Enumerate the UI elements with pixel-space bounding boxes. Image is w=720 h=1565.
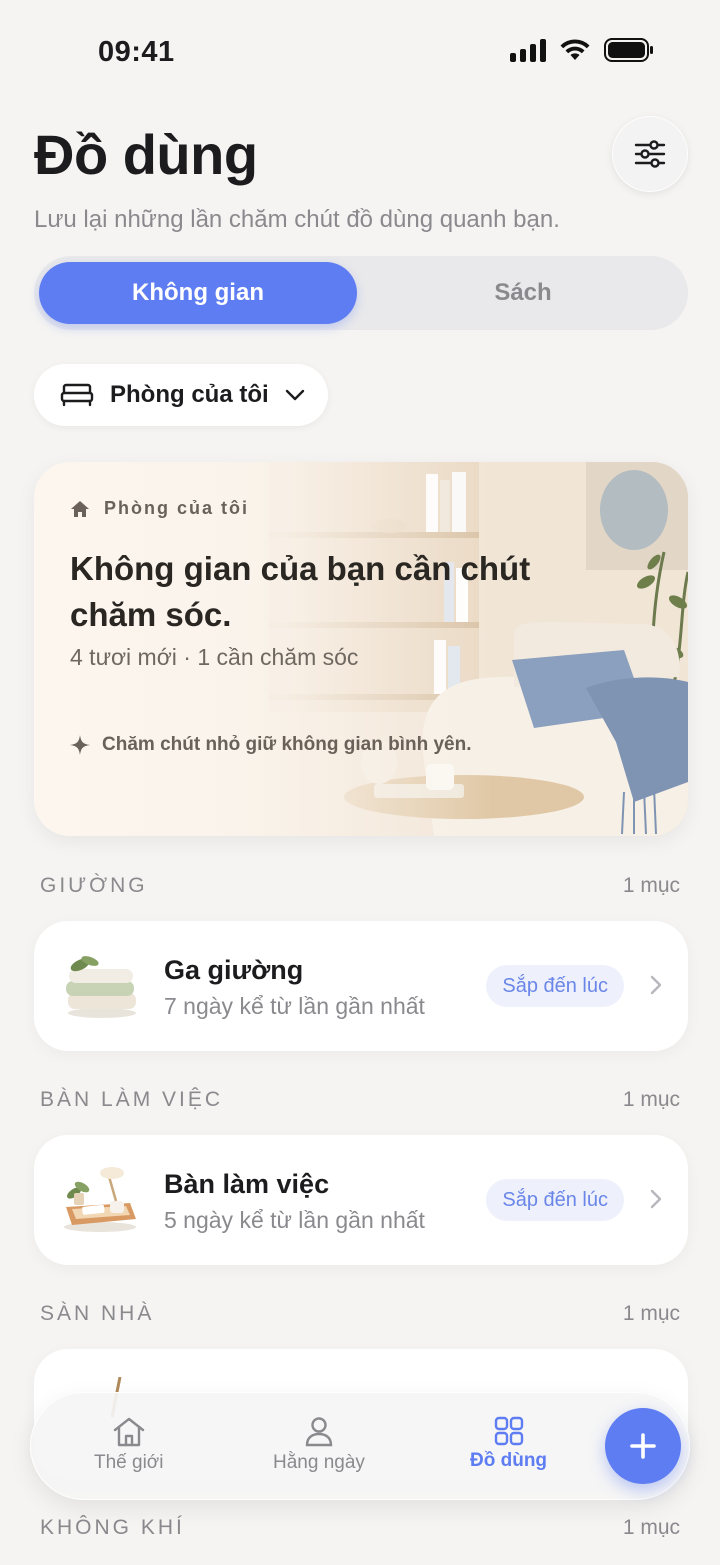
page-title: Đồ dùng — [34, 123, 258, 186]
sliders-icon — [634, 140, 666, 168]
item-name: Bàn làm việc — [164, 1169, 330, 1199]
section-title: KHÔNG KHÍ — [40, 1516, 185, 1539]
section-count: 1 mục — [622, 1516, 680, 1539]
section-header-desk: BÀN LÀM VIỆC 1 mục — [40, 1088, 680, 1112]
list-item-desk[interactable]: Bàn làm việc 5 ngày kể từ lần gần nhất S… — [34, 1135, 688, 1265]
section-title: GIƯỜNG — [40, 874, 148, 897]
hero-tip-label: Chăm chút nhỏ giữ không gian bình yên. — [102, 734, 472, 755]
room-summary-card[interactable]: Phòng của tôi Không gian của bạn cần chú… — [34, 462, 688, 836]
bottom-tab-bar: Thế giới Hằng ngày Đồ dùng — [30, 1392, 690, 1500]
section-header-bed: GIƯỜNG 1 mục — [40, 874, 680, 898]
section-header-floor: SÀN NHÀ 1 mục — [40, 1302, 680, 1326]
folded-sheets-icon — [66, 956, 136, 1018]
house-icon — [113, 1417, 144, 1447]
room-picker-dropdown[interactable]: Phòng của tôi — [34, 364, 328, 426]
grid-icon — [494, 1416, 523, 1446]
person-icon — [305, 1417, 333, 1447]
segment-space[interactable]: Không gian — [39, 262, 357, 324]
tab-daily[interactable]: Hằng ngày — [273, 1416, 365, 1474]
category-segmented-control: Không gian Sách — [34, 256, 688, 330]
chevron-right-icon — [650, 975, 662, 995]
tab-daily-label: Hằng ngày — [273, 1452, 365, 1473]
cellular-signal-icon — [510, 38, 546, 62]
list-item-bed-sheets[interactable]: Ga giường 7 ngày kể từ lần gần nhất Sắp … — [34, 921, 688, 1051]
section-count: 1 mục — [622, 874, 680, 897]
item-name: Ga giường — [164, 955, 304, 985]
status-badge: Sắp đến lúc — [486, 1179, 624, 1221]
section-count: 1 mục — [622, 1302, 680, 1325]
segment-books[interactable]: Sách — [364, 262, 682, 324]
filter-button[interactable] — [612, 116, 688, 192]
sparkle-icon — [70, 735, 90, 755]
section-count: 1 mục — [622, 1088, 680, 1111]
battery-icon — [604, 38, 654, 62]
bed-icon — [60, 383, 94, 407]
hero-title: Không gian của bạn cần chút chăm sóc. — [70, 550, 531, 633]
status-time: 09:41 — [98, 36, 175, 68]
home-icon — [71, 500, 89, 517]
tab-world-label: Thế giới — [94, 1452, 164, 1473]
plus-icon — [630, 1433, 656, 1459]
desk-tray-icon — [64, 1167, 136, 1232]
item-last-done: 5 ngày kể từ lần gần nhất — [164, 1207, 425, 1233]
hero-kicker-label: Phòng của tôi — [104, 498, 249, 518]
tab-items-label: Đồ dùng — [470, 1450, 548, 1471]
add-item-button[interactable] — [605, 1408, 681, 1484]
section-title: SÀN NHÀ — [40, 1302, 155, 1325]
hero-tip: Chăm chút nhỏ giữ không gian bình yên. — [70, 734, 471, 756]
chevron-right-icon — [650, 1189, 662, 1209]
item-last-done: 7 ngày kể từ lần gần nhất — [164, 993, 425, 1019]
hero-stats: 4 tươi mới · 1 cần chăm sóc — [70, 644, 359, 670]
room-picker-label: Phòng của tôi — [110, 381, 269, 408]
chevron-down-icon — [285, 389, 304, 401]
status-icons — [510, 38, 654, 62]
page-subtitle: Lưu lại những lần chăm chút đồ dùng quan… — [34, 206, 560, 233]
wifi-icon — [558, 38, 592, 62]
status-badge: Sắp đến lúc — [486, 965, 624, 1007]
hero-kicker: Phòng của tôi — [70, 498, 249, 519]
tab-world[interactable]: Thế giới — [94, 1416, 164, 1474]
section-header-air: KHÔNG KHÍ 1 mục — [40, 1516, 680, 1540]
status-bar: 09:41 — [0, 0, 720, 100]
tab-items[interactable]: Đồ dùng — [470, 1416, 547, 1472]
section-title: BÀN LÀM VIỆC — [40, 1088, 224, 1111]
